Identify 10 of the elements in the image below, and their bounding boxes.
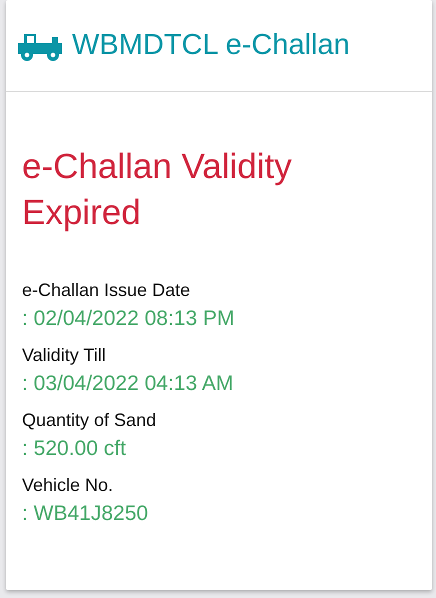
status-message: e-Challan Validity Expired	[22, 146, 293, 234]
field-value: : WB41J8250	[22, 502, 150, 526]
app-title: WBMDTCL e-Challan	[72, 29, 350, 62]
field-label: Vehicle No.	[22, 475, 114, 496]
field-value: : 520.00 cft	[22, 437, 127, 461]
field-value: : 02/04/2022 08:13 PM	[22, 307, 236, 331]
field-value: : 03/04/2022 04:13 AM	[22, 372, 234, 396]
field-label: e-Challan Issue Date	[22, 280, 192, 301]
field-label: Validity Till	[22, 345, 107, 366]
field-label: Quantity of Sand	[22, 410, 158, 431]
